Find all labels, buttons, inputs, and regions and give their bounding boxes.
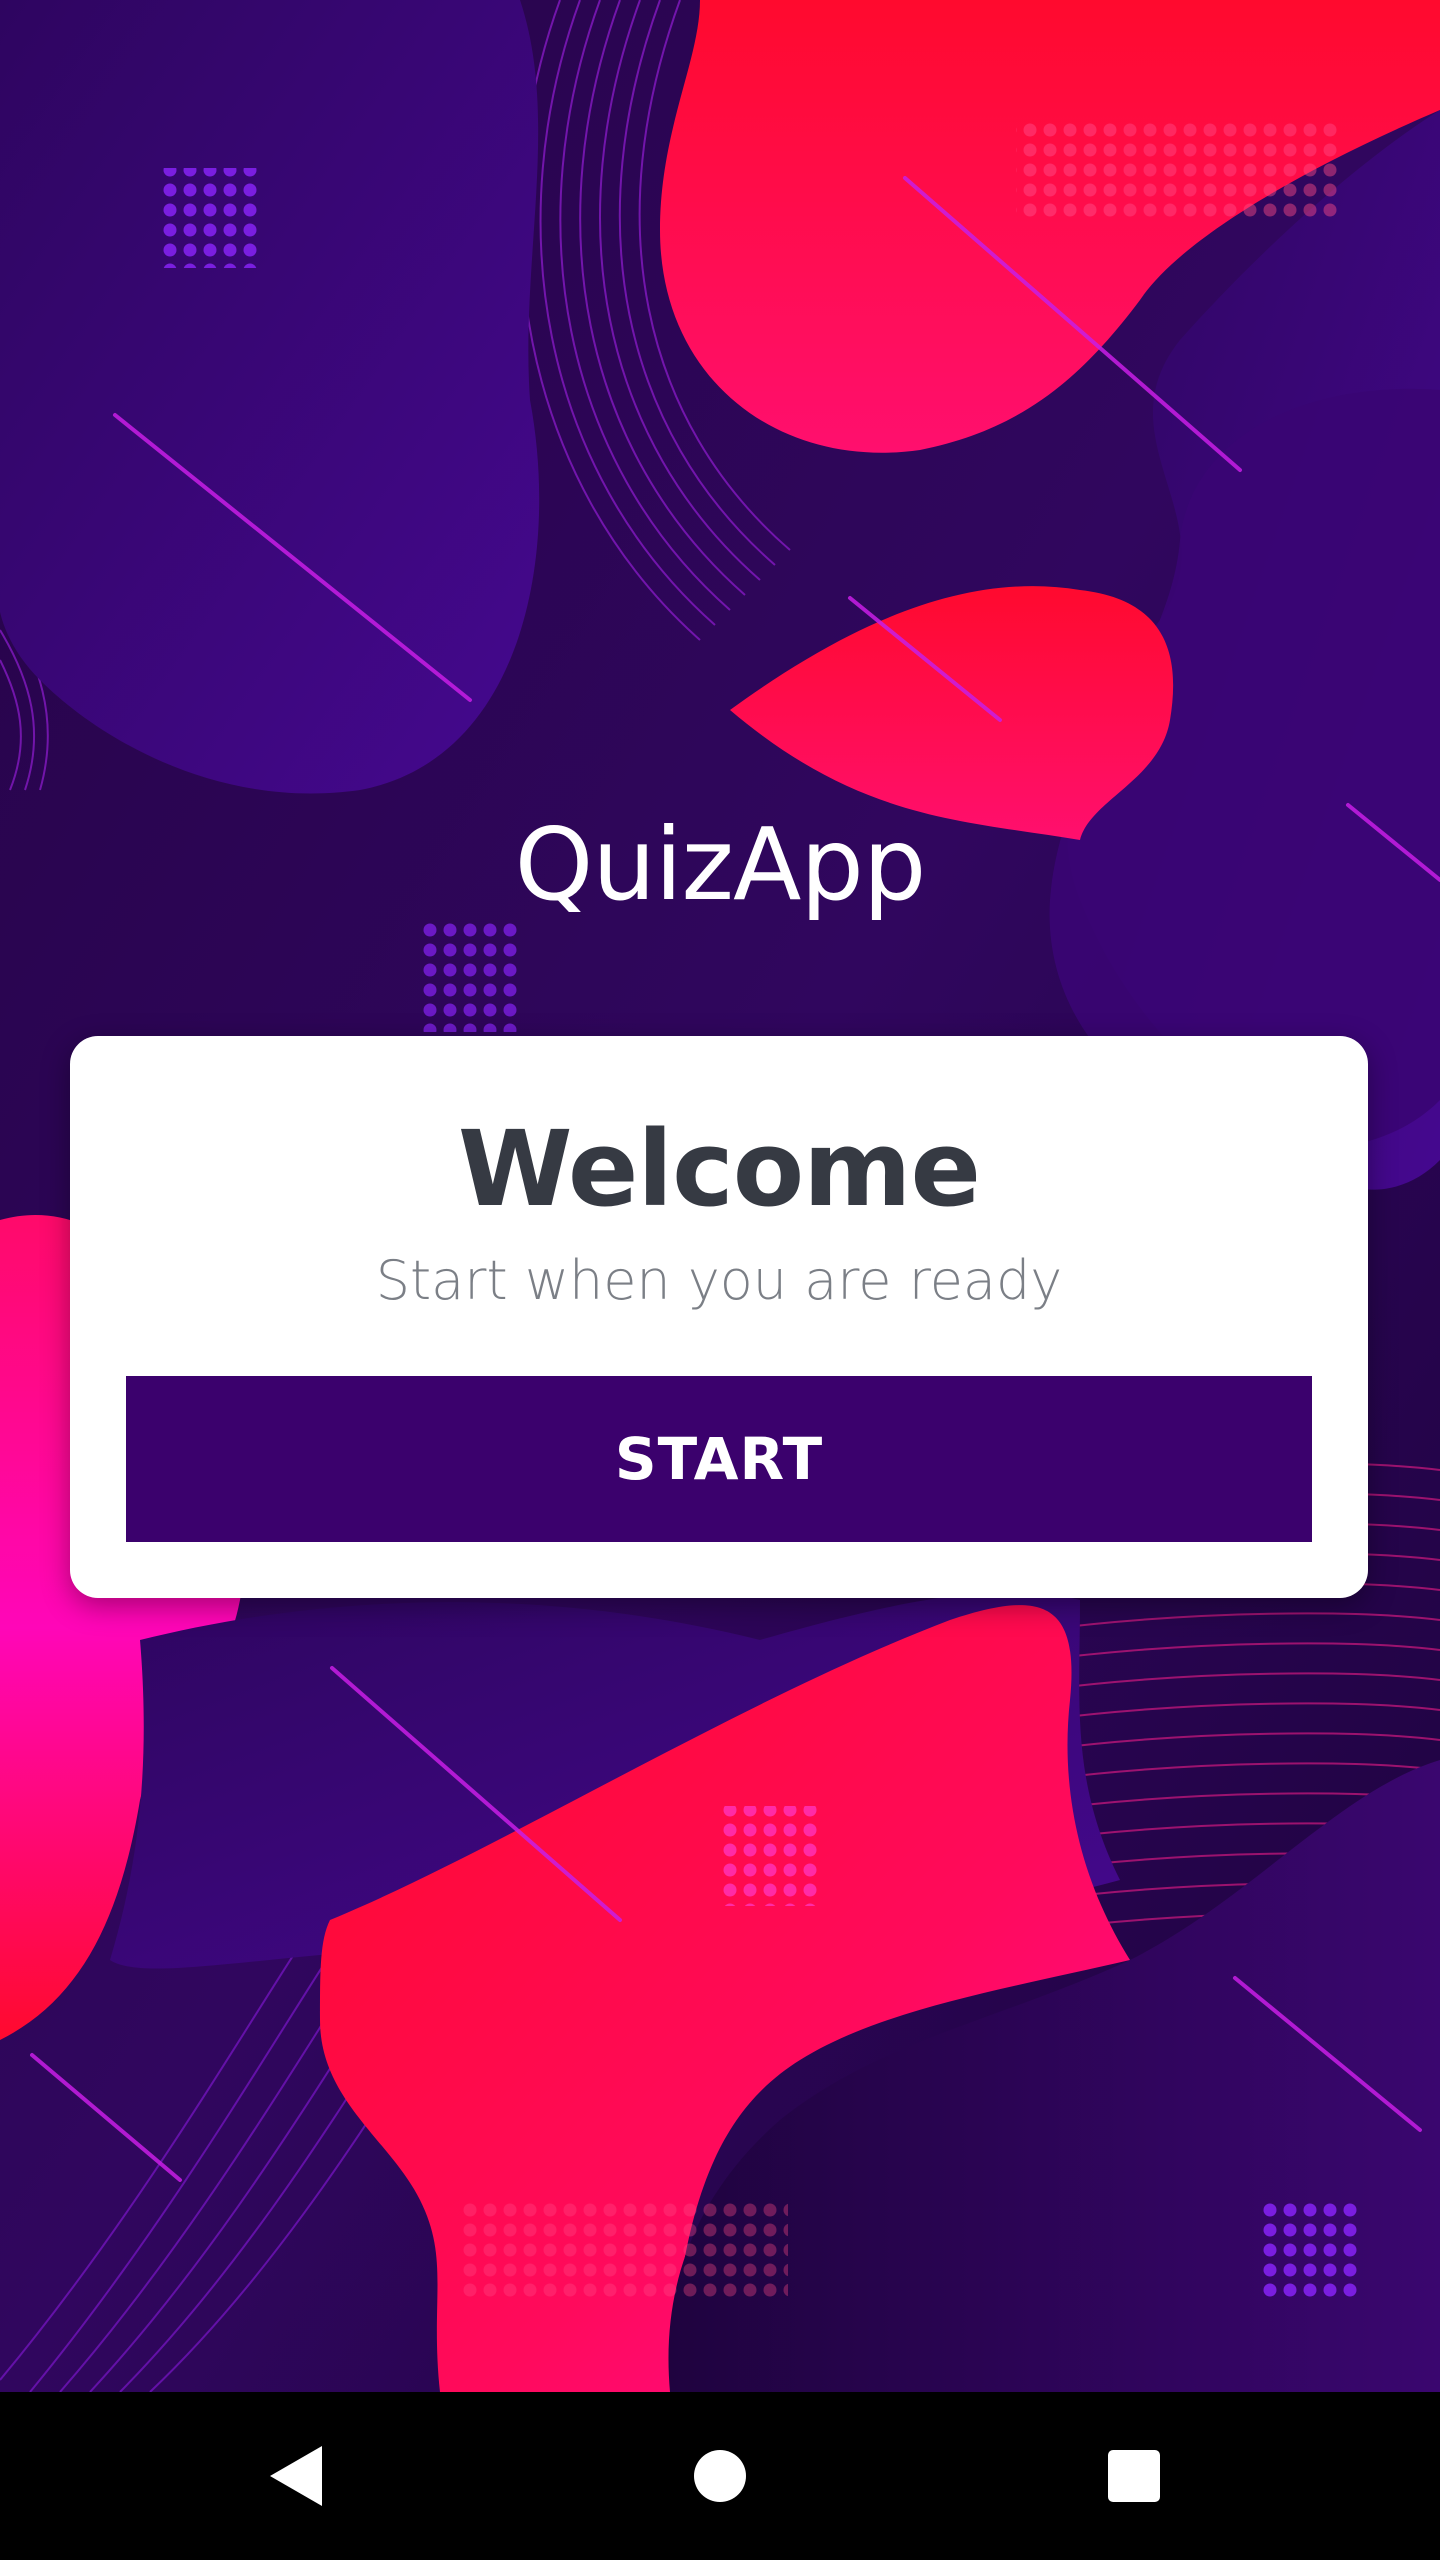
quiz-app-screen: QuizApp Welcome Start when you are ready…: [0, 0, 1440, 2560]
home-icon: [694, 2450, 746, 2502]
nav-back-button[interactable]: [200, 2392, 400, 2560]
app-title: QuizApp: [514, 806, 927, 923]
nav-home-button[interactable]: [620, 2392, 820, 2560]
start-button[interactable]: START: [126, 1376, 1312, 1542]
back-icon: [270, 2446, 322, 2506]
welcome-card: Welcome Start when you are ready START: [70, 1036, 1368, 1598]
system-navigation-bar: [0, 2392, 1440, 2560]
welcome-subtitle: Start when you are ready: [375, 1249, 1063, 1312]
welcome-title: Welcome: [457, 1108, 981, 1230]
nav-recents-button[interactable]: [1034, 2392, 1234, 2560]
recents-icon: [1108, 2450, 1160, 2502]
